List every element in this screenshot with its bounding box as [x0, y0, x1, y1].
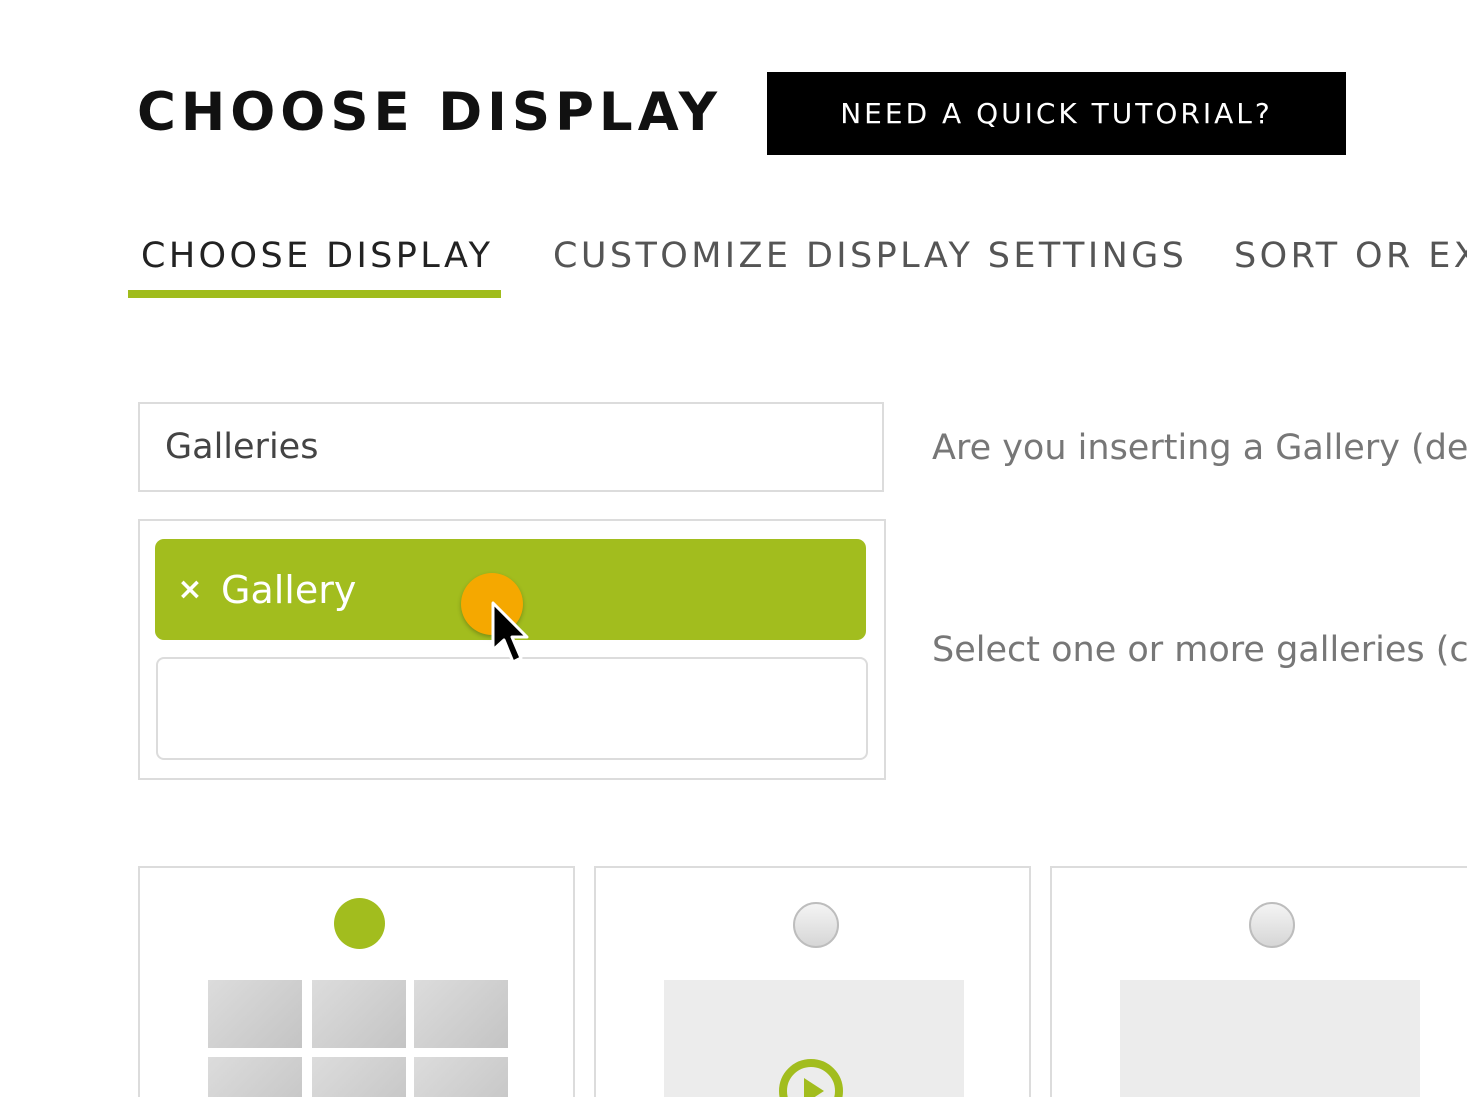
tab-choose-display[interactable]: CHOOSE DISPLAY	[141, 236, 493, 276]
tab-customize-display-settings[interactable]: CUSTOMIZE DISPLAY SETTINGS	[553, 236, 1187, 276]
slideshow-play-icon	[779, 1059, 843, 1097]
source-select[interactable]: Galleries	[138, 402, 884, 492]
source-select-value: Galleries	[165, 427, 319, 467]
galleries-help-text: Select one or more galleries (c	[932, 630, 1467, 670]
page: CHOOSE DISPLAY NEED A QUICK TUTORIAL? CH…	[0, 0, 1467, 1097]
gallery-search-input[interactable]	[156, 657, 868, 760]
gallery-chip-label: Gallery	[221, 567, 357, 612]
display-type-radio[interactable]	[1249, 902, 1295, 948]
image-browser-icon	[1120, 980, 1420, 1097]
tab-bar: CHOOSE DISPLAY CUSTOMIZE DISPLAY SETTING…	[0, 0, 1467, 320]
remove-chip-icon[interactable]: ×	[155, 572, 225, 607]
display-type-radio-selected[interactable]	[334, 898, 385, 949]
thumbnail-grid-icon	[208, 980, 508, 1097]
tab-sort-or-exclude[interactable]: SORT OR EX	[1234, 236, 1467, 276]
display-type-radio[interactable]	[793, 902, 839, 948]
mouse-pointer-icon	[491, 601, 529, 664]
source-help-text: Are you inserting a Gallery (de	[932, 428, 1467, 468]
active-tab-indicator	[128, 290, 501, 298]
